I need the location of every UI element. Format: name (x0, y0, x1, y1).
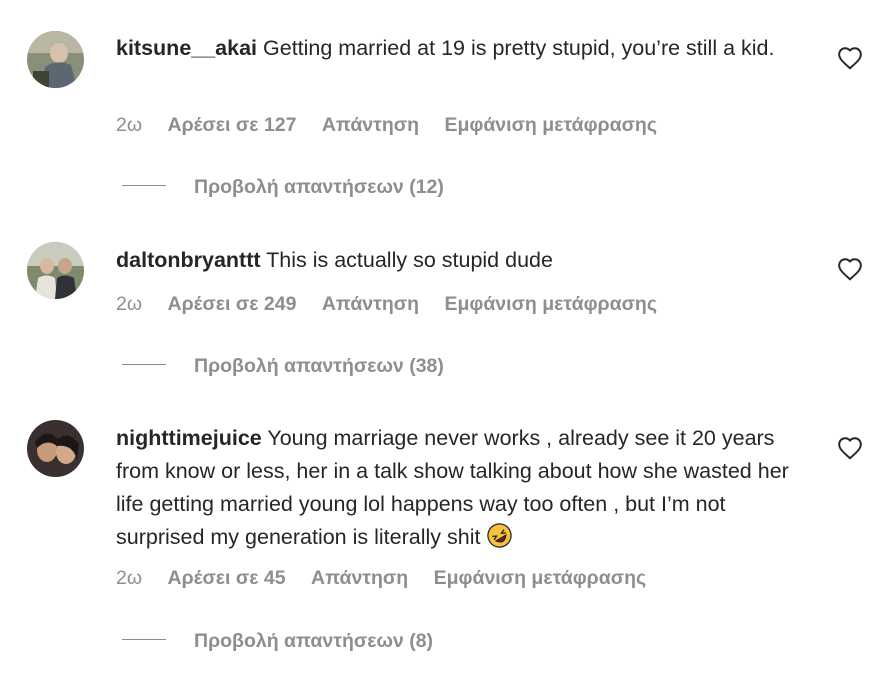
comment-content: This is actually so stupid dude (266, 248, 553, 272)
comment-text: kitsune__akai Getting married at 19 is p… (116, 32, 816, 65)
likes-count[interactable]: Αρέσει σε 249 (168, 293, 297, 315)
comment-username[interactable]: kitsune__akai (116, 36, 257, 60)
comment-text: nighttimejuice Young marriage never work… (116, 422, 806, 554)
heart-icon[interactable] (837, 436, 863, 460)
comment-time: 2ω (116, 567, 143, 589)
view-replies-label: Προβολή απαντήσεων (38) (194, 355, 444, 377)
avatar[interactable] (27, 242, 84, 299)
view-replies-button[interactable]: Προβολή απαντήσεων (8) (122, 630, 433, 653)
see-translation-button[interactable]: Εμφάνιση μετάφρασης (444, 293, 657, 315)
heart-icon[interactable] (837, 46, 863, 70)
avatar[interactable] (27, 420, 84, 477)
view-replies-label: Προβολή απαντήσεων (12) (194, 176, 444, 198)
view-replies-button[interactable]: Προβολή απαντήσεων (12) (122, 176, 444, 199)
comment-username[interactable]: nighttimejuice (116, 426, 262, 450)
comment-time: 2ω (116, 293, 143, 315)
reply-button[interactable]: Απάντηση (322, 114, 419, 136)
reply-button[interactable]: Απάντηση (322, 293, 419, 315)
comment-time: 2ω (116, 114, 143, 136)
see-translation-button[interactable]: Εμφάνιση μετάφρασης (434, 567, 647, 589)
replies-divider (122, 364, 166, 366)
comment-meta: 2ω Αρέσει σε 249 Απάντηση Εμφάνιση μετάφ… (116, 293, 677, 316)
comment-content: Getting married at 19 is pretty stupid, … (263, 36, 775, 60)
heart-icon[interactable] (837, 257, 863, 281)
see-translation-button[interactable]: Εμφάνιση μετάφρασης (444, 114, 657, 136)
view-replies-label: Προβολή απαντήσεων (8) (194, 630, 434, 652)
reply-button[interactable]: Απάντηση (311, 567, 408, 589)
avatar[interactable] (27, 31, 84, 88)
comment-username[interactable]: daltonbryanttt (116, 248, 261, 272)
rolling-on-floor-laughing-emoji (486, 522, 513, 549)
view-replies-button[interactable]: Προβολή απαντήσεων (38) (122, 355, 444, 378)
replies-divider (122, 639, 166, 641)
comment-meta: 2ω Αρέσει σε 45 Απάντηση Εμφάνιση μετάφρ… (116, 567, 666, 590)
comment-meta: 2ω Αρέσει σε 127 Απάντηση Εμφάνιση μετάφ… (116, 114, 677, 137)
likes-count[interactable]: Αρέσει σε 127 (168, 114, 297, 136)
replies-divider (122, 185, 166, 187)
comment-text: daltonbryanttt This is actually so stupi… (116, 244, 816, 277)
likes-count[interactable]: Αρέσει σε 45 (168, 567, 286, 589)
